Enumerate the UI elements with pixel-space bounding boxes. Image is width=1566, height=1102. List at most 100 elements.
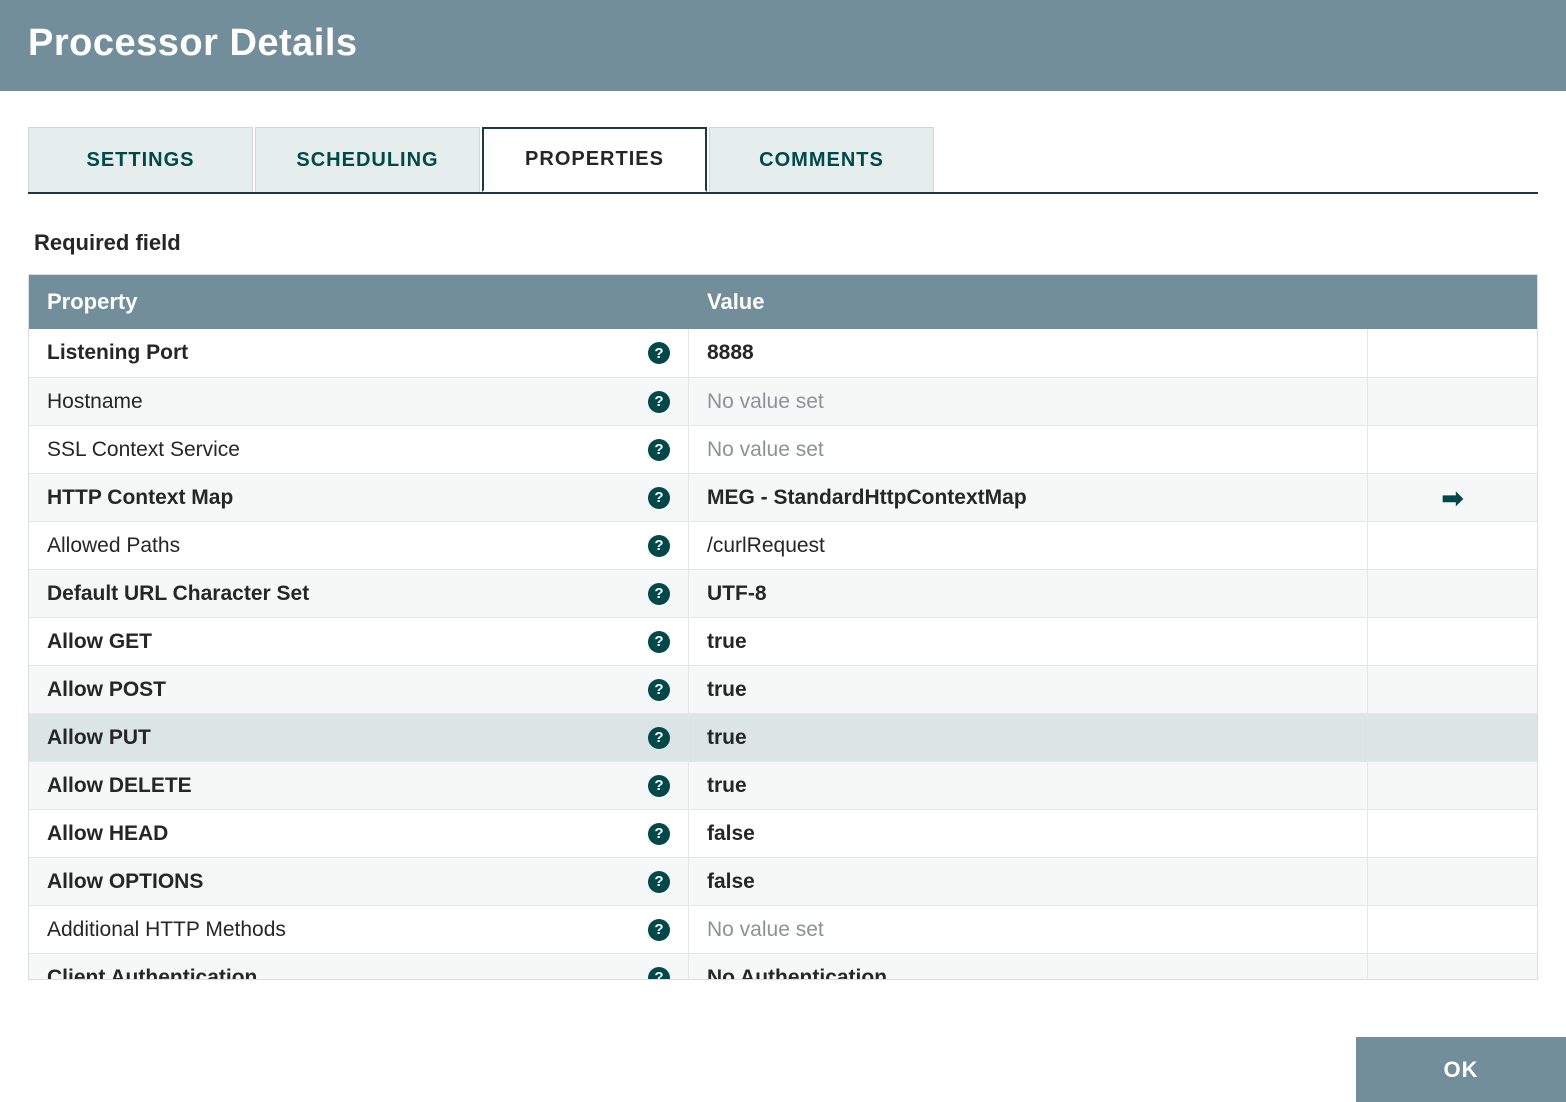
column-header-value: Value: [689, 275, 1537, 329]
help-icon[interactable]: ?: [648, 823, 670, 845]
table-row[interactable]: SSL Context Service? No value set: [29, 425, 1537, 473]
property-cell: Allow POST?: [29, 666, 689, 713]
table-row[interactable]: Allow POST? true: [29, 665, 1537, 713]
property-name: Allow GET: [47, 630, 152, 654]
table-row[interactable]: Allow PUT?true: [29, 713, 1537, 761]
property-cell: Allow OPTIONS?: [29, 858, 689, 905]
property-cell: Default URL Character Set?: [29, 570, 689, 617]
property-value: /curlRequest: [707, 534, 825, 558]
help-icon[interactable]: ?: [648, 919, 670, 941]
property-value: true: [707, 678, 747, 702]
value-cell[interactable]: No value set: [689, 378, 1367, 425]
help-icon[interactable]: ?: [648, 487, 670, 509]
value-cell[interactable]: true: [689, 762, 1367, 809]
table-row[interactable]: Default URL Character Set? UTF-8: [29, 569, 1537, 617]
property-value: No value set: [707, 918, 824, 942]
property-cell: HTTP Context Map?: [29, 474, 689, 521]
value-cell[interactable]: false: [689, 858, 1367, 905]
value-cell[interactable]: No Authentication: [689, 954, 1367, 979]
help-icon[interactable]: ?: [648, 679, 670, 701]
table-row[interactable]: Allow HEAD?false: [29, 809, 1537, 857]
property-name: Allow PUT: [47, 726, 151, 750]
table-row[interactable]: Allow OPTIONS? false: [29, 857, 1537, 905]
property-name: Hostname: [47, 390, 143, 414]
property-value: true: [707, 774, 747, 798]
link-cell[interactable]: ➡: [1367, 474, 1537, 521]
property-cell: Allow DELETE?: [29, 762, 689, 809]
table-row[interactable]: Allow DELETE? true: [29, 761, 1537, 809]
property-cell: Listening Port?: [29, 329, 689, 377]
table-row[interactable]: Client Authentication? No Authentication: [29, 953, 1537, 979]
link-cell: [1367, 858, 1537, 905]
property-value: UTF-8: [707, 582, 767, 606]
help-icon[interactable]: ?: [648, 342, 670, 364]
property-name: HTTP Context Map: [47, 486, 233, 510]
value-cell[interactable]: true: [689, 666, 1367, 713]
table-row[interactable]: Additional HTTP Methods?No value set: [29, 905, 1537, 953]
dialog-title: Processor Details: [28, 22, 1538, 65]
goto-service-icon[interactable]: ➡: [1442, 485, 1464, 511]
table-row[interactable]: Hostname? No value set: [29, 377, 1537, 425]
table-row[interactable]: Listening Port? 8888: [29, 329, 1537, 377]
link-cell: [1367, 618, 1537, 665]
value-cell[interactable]: true: [689, 618, 1367, 665]
link-cell: [1367, 810, 1537, 857]
help-icon[interactable]: ?: [648, 439, 670, 461]
property-name: Default URL Character Set: [47, 582, 309, 606]
link-cell: [1367, 954, 1537, 979]
value-cell[interactable]: false: [689, 810, 1367, 857]
link-cell: [1367, 522, 1537, 569]
tab-properties[interactable]: PROPERTIES: [482, 127, 707, 192]
tab-row: SETTINGSSCHEDULINGPROPERTIESCOMMENTS: [28, 127, 1538, 194]
property-cell: Client Authentication?: [29, 954, 689, 979]
value-cell[interactable]: MEG - StandardHttpContextMap: [689, 474, 1367, 521]
help-icon[interactable]: ?: [648, 871, 670, 893]
ok-button[interactable]: OK: [1356, 1037, 1566, 1102]
property-name: Listening Port: [47, 341, 188, 365]
property-value: No Authentication: [707, 966, 887, 980]
properties-table: Property Value Listening Port? 8888 Hostna…: [28, 274, 1538, 980]
link-cell: [1367, 329, 1537, 377]
link-cell: [1367, 906, 1537, 953]
dialog-header: Processor Details: [0, 0, 1566, 91]
help-icon[interactable]: ?: [648, 391, 670, 413]
tab-settings[interactable]: SETTINGS: [28, 127, 253, 192]
link-cell: [1367, 666, 1537, 713]
property-value: No value set: [707, 438, 824, 462]
dialog-body: SETTINGSSCHEDULINGPROPERTIESCOMMENTS Req…: [0, 91, 1566, 980]
property-cell: SSL Context Service?: [29, 426, 689, 473]
property-cell: Allow GET?: [29, 618, 689, 665]
property-cell: Hostname?: [29, 378, 689, 425]
property-cell: Allow PUT?: [29, 714, 689, 761]
tab-scheduling[interactable]: SCHEDULING: [255, 127, 480, 192]
help-icon[interactable]: ?: [648, 535, 670, 557]
property-name: Allowed Paths: [47, 534, 180, 558]
table-row[interactable]: HTTP Context Map?MEG - StandardHttpConte…: [29, 473, 1537, 521]
property-name: SSL Context Service: [47, 438, 240, 462]
tab-comments[interactable]: COMMENTS: [709, 127, 934, 192]
table-body[interactable]: Listening Port? 8888 Hostname? No value set…: [29, 329, 1537, 979]
help-icon[interactable]: ?: [648, 583, 670, 605]
help-icon[interactable]: ?: [648, 631, 670, 653]
column-header-property: Property: [29, 275, 689, 329]
value-cell[interactable]: UTF-8: [689, 570, 1367, 617]
value-cell[interactable]: No value set: [689, 426, 1367, 473]
value-cell[interactable]: true: [689, 714, 1367, 761]
property-cell: Allow HEAD?: [29, 810, 689, 857]
table-header: Property Value: [29, 275, 1537, 329]
value-cell[interactable]: 8888: [689, 329, 1367, 377]
help-icon[interactable]: ?: [648, 727, 670, 749]
property-name: Allow OPTIONS: [47, 870, 203, 894]
help-icon[interactable]: ?: [648, 775, 670, 797]
help-icon[interactable]: ?: [648, 967, 670, 980]
value-cell[interactable]: No value set: [689, 906, 1367, 953]
table-row[interactable]: Allow GET? true: [29, 617, 1537, 665]
link-cell: [1367, 762, 1537, 809]
property-value: true: [707, 630, 747, 654]
property-name: Client Authentication: [47, 966, 257, 980]
property-value: No value set: [707, 390, 824, 414]
table-row[interactable]: Allowed Paths? /curlRequest: [29, 521, 1537, 569]
value-cell[interactable]: /curlRequest: [689, 522, 1367, 569]
property-value: false: [707, 870, 755, 894]
property-value: 8888: [707, 341, 754, 365]
